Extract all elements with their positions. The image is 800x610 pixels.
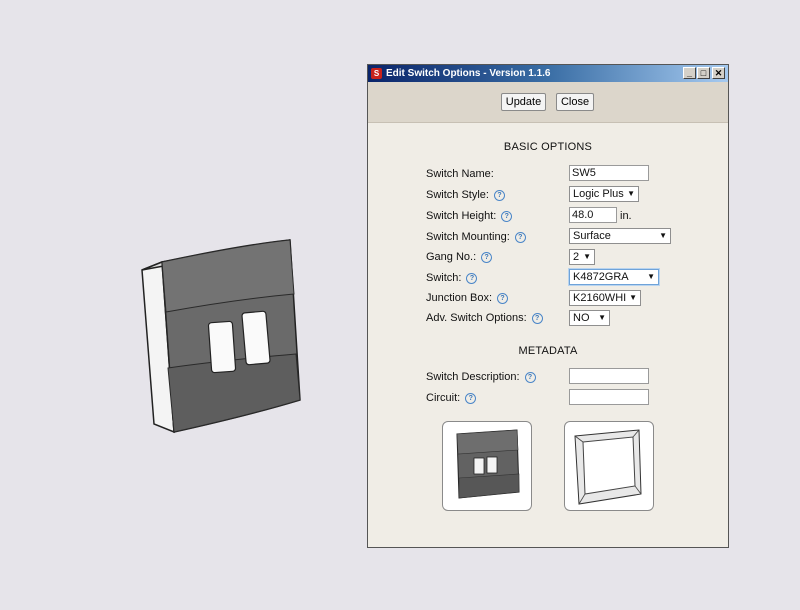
chevron-down-icon: ▼ bbox=[629, 293, 637, 302]
chevron-down-icon: ▼ bbox=[647, 272, 655, 281]
metadata-heading: METADATA bbox=[518, 345, 578, 357]
dialog-titlebar[interactable]: S Edit Switch Options - Version 1.1.6 _ … bbox=[368, 65, 728, 82]
gang-no-value: 2 bbox=[573, 251, 580, 263]
switch-mounting-label-text: Switch Mounting: bbox=[426, 231, 510, 243]
close-window-button[interactable]: ✕ bbox=[712, 67, 725, 79]
maximize-button[interactable]: □ bbox=[697, 67, 710, 79]
switch-style-label-text: Switch Style: bbox=[426, 189, 489, 201]
help-icon[interactable]: ? bbox=[497, 293, 509, 304]
adv-switch-options-label-text: Adv. Switch Options: bbox=[426, 312, 527, 324]
chevron-down-icon: ▼ bbox=[598, 313, 606, 322]
gang-no-label-text: Gang No.: bbox=[426, 251, 477, 263]
help-icon[interactable]: ? bbox=[514, 232, 526, 243]
help-icon[interactable]: ? bbox=[524, 372, 536, 383]
junction-box-preview-thumbnail[interactable] bbox=[564, 421, 654, 511]
switch-height-label: Switch Height:? bbox=[426, 210, 513, 222]
adv-switch-options-value: NO bbox=[573, 312, 590, 324]
switch-description-label-text: Switch Description: bbox=[426, 371, 520, 383]
gang-no-label: Gang No.:? bbox=[426, 251, 493, 263]
rocker-left bbox=[207, 320, 237, 374]
circuit-input[interactable] bbox=[569, 389, 649, 405]
help-icon[interactable]: ? bbox=[493, 190, 505, 201]
switch-name-label-text: Switch Name: bbox=[426, 168, 494, 180]
switch-select[interactable]: K4872GRA ▼ bbox=[569, 269, 659, 285]
junction-box-value: K2160WHI bbox=[573, 292, 627, 304]
sketchup-app-icon: S bbox=[371, 68, 382, 79]
circuit-label-text: Circuit: bbox=[426, 392, 461, 404]
circuit-label: Circuit:? bbox=[426, 392, 477, 404]
chevron-down-icon: ▼ bbox=[583, 252, 591, 261]
junction-box-label-text: Junction Box: bbox=[426, 292, 493, 304]
help-icon[interactable]: ? bbox=[501, 211, 513, 222]
help-icon[interactable]: ? bbox=[531, 313, 543, 324]
chevron-down-icon: ▼ bbox=[627, 189, 635, 198]
switch-description-input[interactable] bbox=[569, 368, 649, 384]
switch-label-text: Switch: bbox=[426, 272, 462, 284]
basic-options-heading: BASIC OPTIONS bbox=[503, 141, 593, 153]
junction-box-label: Junction Box:? bbox=[426, 292, 509, 304]
gang-no-select[interactable]: 2 ▼ bbox=[569, 249, 595, 265]
switch-style-label: Switch Style:? bbox=[426, 189, 505, 201]
switch-plate-preview-image bbox=[456, 429, 520, 499]
height-unit-label: in. bbox=[620, 210, 632, 222]
switch-mounting-value: Surface bbox=[573, 230, 611, 242]
help-icon[interactable]: ? bbox=[466, 273, 478, 284]
dialog-title: Edit Switch Options - Version 1.1.6 bbox=[386, 68, 551, 79]
junction-box-preview-image bbox=[574, 429, 642, 505]
switch-style-value: Logic Plus bbox=[573, 188, 624, 200]
switch-name-input[interactable]: SW5 bbox=[569, 165, 649, 181]
help-icon[interactable]: ? bbox=[465, 393, 477, 404]
switch-3d-model[interactable] bbox=[130, 232, 310, 442]
chevron-down-icon: ▼ bbox=[659, 231, 667, 240]
close-button[interactable]: Close bbox=[556, 93, 594, 111]
switch-label: Switch:? bbox=[426, 272, 478, 284]
switch-height-label-text: Switch Height: bbox=[426, 210, 497, 222]
switch-mounting-select[interactable]: Surface ▼ bbox=[569, 228, 671, 244]
switch-height-input[interactable]: 48.0 bbox=[569, 207, 617, 223]
help-icon[interactable]: ? bbox=[481, 252, 493, 263]
adv-switch-options-label: Adv. Switch Options:? bbox=[426, 312, 543, 324]
update-button[interactable]: Update bbox=[501, 93, 546, 111]
dialog-toolbar: Update Close bbox=[368, 82, 728, 123]
edit-switch-options-dialog: S Edit Switch Options - Version 1.1.6 _ … bbox=[367, 64, 729, 548]
junction-box-select[interactable]: K2160WHI ▼ bbox=[569, 290, 641, 306]
switch-value: K4872GRA bbox=[573, 271, 629, 283]
adv-switch-options-select[interactable]: NO ▼ bbox=[569, 310, 610, 326]
switch-mounting-label: Switch Mounting:? bbox=[426, 231, 526, 243]
rocker-right bbox=[241, 310, 271, 366]
switch-preview-thumbnail[interactable] bbox=[442, 421, 532, 511]
switch-style-select[interactable]: Logic Plus ▼ bbox=[569, 186, 639, 202]
minimize-button[interactable]: _ bbox=[683, 67, 696, 79]
switch-name-label: Switch Name: bbox=[426, 168, 494, 180]
switch-description-label: Switch Description:? bbox=[426, 371, 536, 383]
